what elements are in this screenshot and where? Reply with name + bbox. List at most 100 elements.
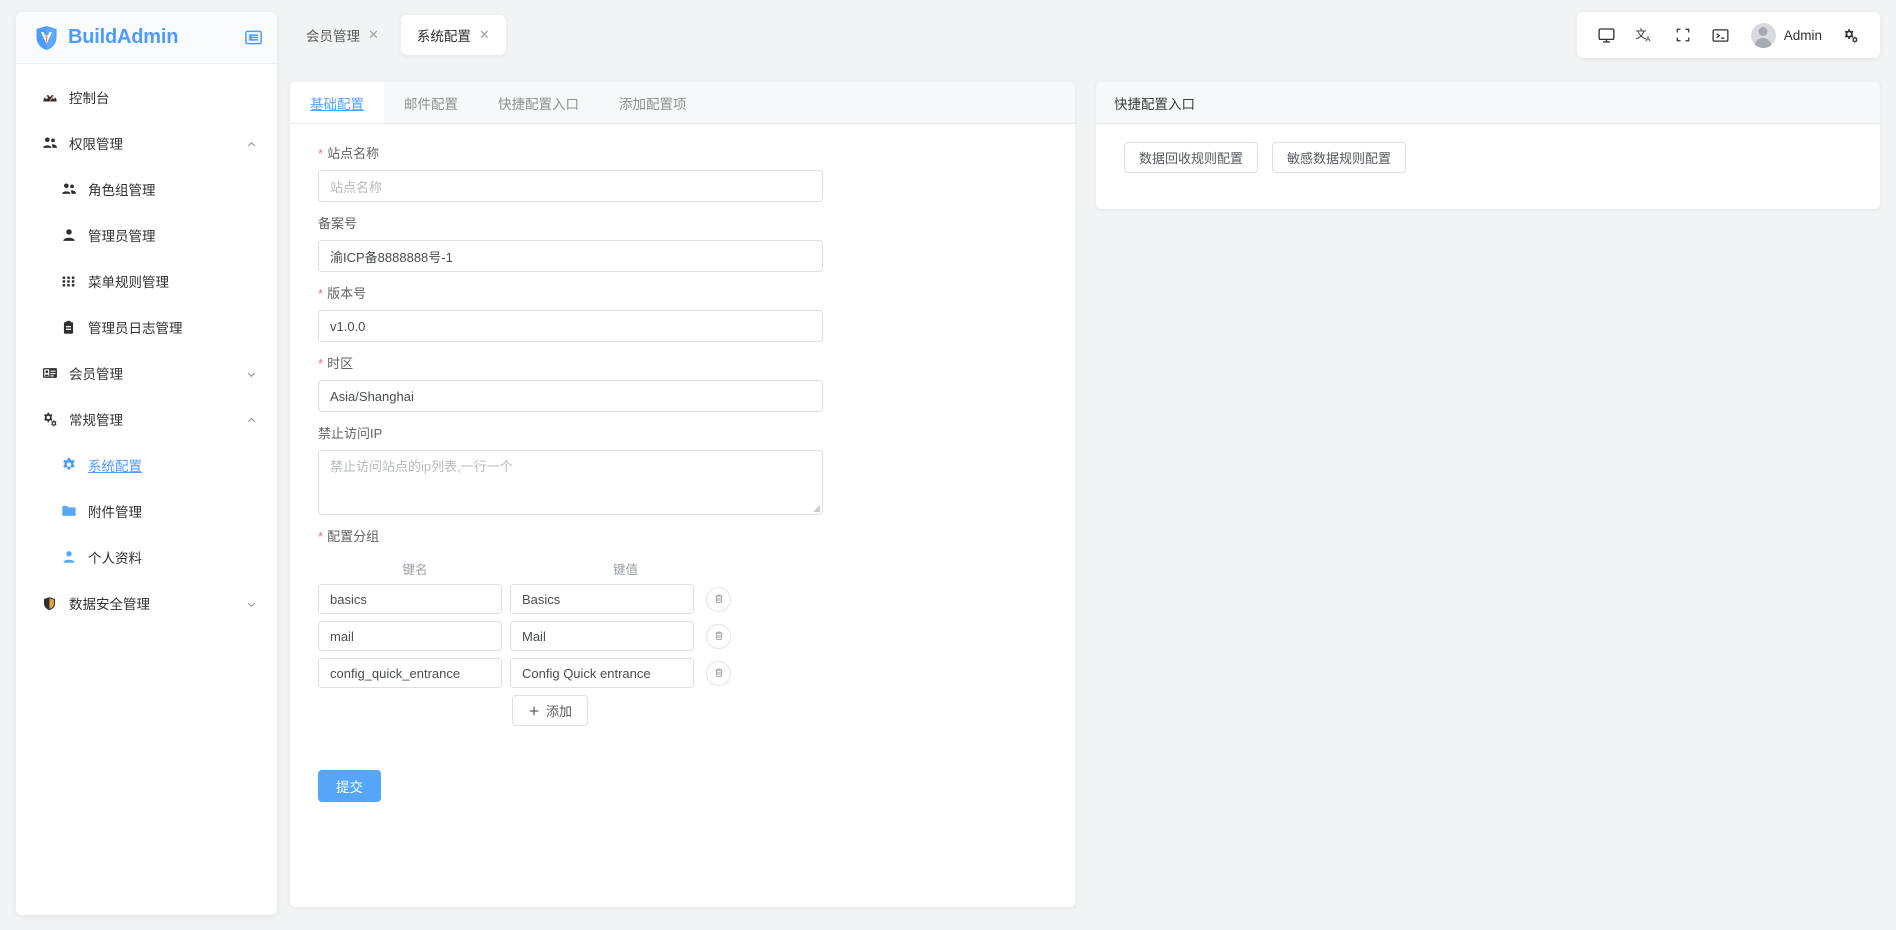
sidebar-item-label: 菜单规则管理 (88, 275, 169, 290)
config-key-input-2[interactable]: config_quick_entrance (318, 658, 502, 688)
col-value-header: 键值 (612, 563, 638, 577)
trash-icon[interactable] (706, 586, 731, 612)
group-users-icon (60, 181, 77, 198)
required-star: * (318, 529, 324, 544)
sidebar-item-4[interactable]: 菜单规则管理 (16, 258, 277, 304)
config-key-input-0[interactable]: basics (318, 584, 502, 614)
banned-ip-textarea[interactable]: 禁止访问站点的ip列表,一行一个 (318, 450, 823, 515)
field-input-0[interactable]: 站点名称 (318, 170, 823, 202)
quick-config-button-1[interactable]: 敏感数据规则配置 (1272, 142, 1407, 173)
field-label-4: 禁止访问IP (318, 426, 383, 441)
sidebar-item-6[interactable]: 会员管理 (16, 350, 277, 396)
chevron-down-icon[interactable] (246, 368, 257, 379)
col-key-header: 键名 (402, 563, 428, 577)
config-key-input-1[interactable]: mail (318, 621, 502, 651)
page-tab-0[interactable]: 会员管理 ✕ (290, 15, 395, 55)
config-tab-3[interactable]: 添加配置项 (599, 82, 707, 123)
collapse-menu-icon[interactable] (243, 28, 263, 48)
sidebar-item-11[interactable]: 数据安全管理 (16, 580, 277, 626)
field-label-1: 备案号 (318, 216, 358, 231)
config-tab-label: 邮件配置 (404, 96, 458, 112)
sidebar-item-7[interactable]: 常规管理 (16, 396, 277, 442)
field-group-2: * 版本号 v1.0.0 (318, 286, 1047, 342)
add-config-row-button[interactable]: 添加 (512, 695, 589, 726)
page-tab-bar: 会员管理 ✕ 系统配置 ✕ (290, 12, 1591, 57)
field-label-3: * 时区 (318, 356, 354, 371)
config-group-row: mail Mail (318, 621, 1047, 651)
monitor-icon[interactable] (1591, 19, 1623, 51)
grid-icon (60, 273, 77, 290)
page-tab-label: 会员管理 (306, 28, 360, 44)
sidebar: BuildAdmin 控制台权限管理角色组管理管理员管理菜单规则管理 管理员日志管… (16, 12, 277, 915)
config-group-label: * 配置分组 (318, 529, 380, 544)
gear-icon (60, 457, 77, 474)
config-tab-0[interactable]: 基础配置 (290, 82, 384, 123)
profile-icon (60, 549, 77, 566)
shield-v-logo-icon (34, 25, 59, 51)
page-tab-label: 系统配置 (416, 28, 471, 44)
chevron-down-icon[interactable] (246, 598, 257, 609)
avatar (1750, 22, 1776, 48)
sidebar-item-8[interactable]: 系统配置 (16, 442, 277, 488)
sidebar-item-1[interactable]: 权限管理 (16, 120, 277, 166)
sidebar-item-0[interactable]: 控制台 (16, 74, 277, 120)
config-form: * 站点名称站点名称备案号渝ICP备8888888号-1 * 版本号 v1.0.0 * 时区… (290, 124, 1075, 907)
config-group-row: basics Basics (318, 584, 1047, 614)
field-label-2: * 版本号 (318, 286, 367, 301)
sidebar-item-3[interactable]: 管理员管理 (16, 212, 277, 258)
sidebar-item-label: 管理员日志管理 (88, 321, 183, 336)
chevron-up-icon[interactable] (246, 414, 257, 425)
clipboard-icon (60, 319, 77, 336)
sidebar-item-10[interactable]: 个人资料 (16, 534, 277, 580)
fullscreen-icon[interactable] (1667, 19, 1699, 51)
terminal-icon[interactable] (1705, 19, 1737, 51)
settings-gears-icon[interactable] (1834, 19, 1866, 51)
page-tab-1[interactable]: 系统配置 ✕ (400, 14, 506, 55)
config-tab-1[interactable]: 邮件配置 (384, 82, 478, 123)
required-star: * (318, 286, 324, 301)
submit-wrap: 提交 (318, 770, 1047, 802)
config-value-input-2[interactable]: Config Quick entrance (510, 658, 694, 688)
sidebar-item-label: 附件管理 (88, 505, 142, 520)
trash-icon[interactable] (706, 623, 731, 649)
config-group-section: * 配置分组 键名 键值 basics Basics mail Mail config_q… (318, 529, 1047, 726)
dashboard-icon (41, 89, 58, 106)
close-icon[interactable]: ✕ (479, 28, 490, 41)
field-group-1: 备案号渝ICP备8888888号-1 (318, 216, 1047, 272)
plus-icon (529, 706, 539, 715)
field-group-4: 禁止访问IP 禁止访问站点的ip列表,一行一个 (318, 426, 1047, 515)
id-card-icon (41, 365, 58, 382)
brand-title: BuildAdmin (68, 26, 179, 48)
sidebar-item-label: 控制台 (69, 91, 110, 106)
sidebar-item-5[interactable]: 管理员日志管理 (16, 304, 277, 350)
svg-text:A: A (1646, 34, 1652, 43)
field-input-1[interactable]: 渝ICP备8888888号-1 (318, 240, 823, 272)
sidebar-item-label: 会员管理 (69, 367, 123, 382)
submit-button[interactable]: 提交 (318, 770, 381, 802)
required-star: * (318, 356, 324, 371)
field-label-0: * 站点名称 (318, 146, 380, 161)
sidebar-logo-bar: BuildAdmin (16, 12, 277, 64)
config-value-input-0[interactable]: Basics (510, 584, 694, 614)
user-menu[interactable]: Admin (1743, 22, 1828, 48)
quick-config-buttons: 数据回收规则配置 敏感数据规则配置 (1096, 124, 1880, 173)
sidebar-item-label: 角色组管理 (88, 183, 156, 198)
sidebar-item-label: 系统配置 (88, 459, 142, 474)
chevron-up-icon[interactable] (246, 138, 257, 149)
field-input-2[interactable]: v1.0.0 (318, 310, 823, 342)
group-users-icon (41, 135, 58, 152)
quick-config-button-0[interactable]: 数据回收规则配置 (1124, 142, 1259, 173)
trash-icon[interactable] (706, 660, 731, 686)
shield-icon (41, 595, 58, 612)
config-tab-2[interactable]: 快捷配置入口 (478, 82, 599, 123)
top-toolbar: 文 A Admin (1576, 12, 1880, 58)
sidebar-item-2[interactable]: 角色组管理 (16, 166, 277, 212)
config-value-input-1[interactable]: Mail (510, 621, 694, 651)
language-icon[interactable]: 文 A (1629, 19, 1661, 51)
admin-app: BuildAdmin 控制台权限管理角色组管理管理员管理菜单规则管理 管理员日志管… (0, 0, 1896, 930)
add-row-wrap: 添加 (512, 695, 1047, 726)
add-config-row-label: 添加 (546, 704, 573, 719)
field-input-3[interactable]: Asia/Shanghai (318, 380, 823, 412)
sidebar-item-9[interactable]: 附件管理 (16, 488, 277, 534)
close-icon[interactable]: ✕ (368, 28, 379, 41)
